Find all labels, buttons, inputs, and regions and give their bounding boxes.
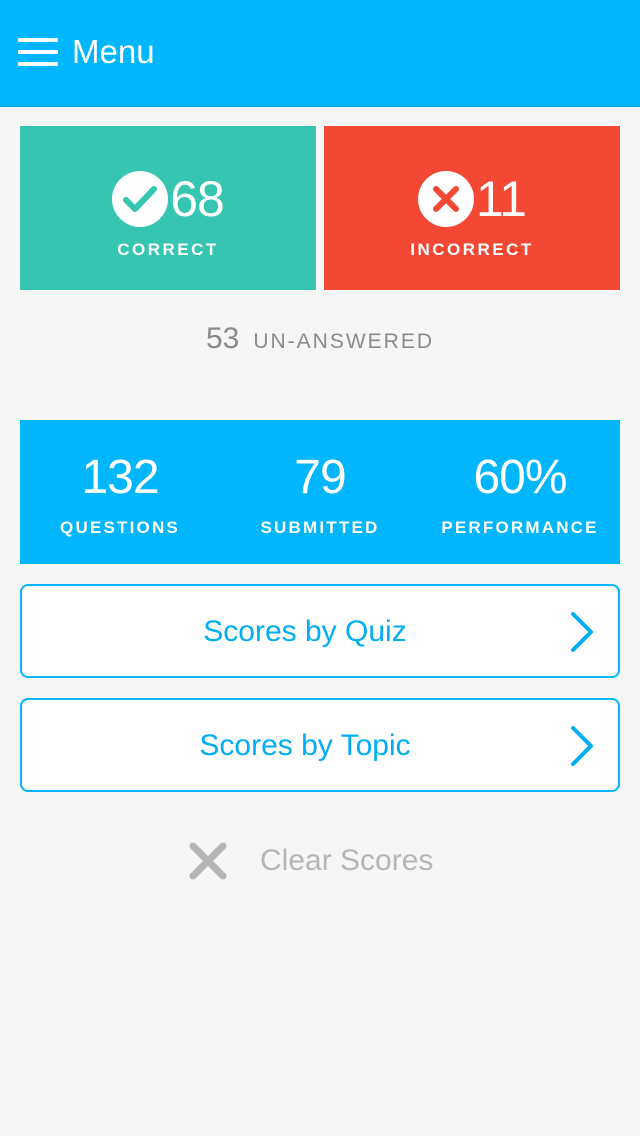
scores-by-topic-label: Scores by Topic (199, 729, 411, 762)
scores-by-quiz-label: Scores by Quiz (203, 615, 407, 648)
unanswered-label: UN-ANSWERED (253, 330, 435, 353)
hamburger-menu-icon[interactable] (18, 38, 58, 66)
x-mark-icon (418, 171, 475, 227)
incorrect-count: 11 (476, 171, 527, 227)
stat-questions: 132 QUESTIONS (20, 450, 220, 538)
close-icon (189, 842, 227, 880)
stats-panel: 132 QUESTIONS 79 SUBMITTED 60% PERFORMAN… (20, 420, 620, 564)
stat-label: QUESTIONS (60, 518, 180, 537)
incorrect-score-row: 11 (324, 170, 620, 228)
clear-scores-label: Clear Scores (260, 844, 434, 877)
correct-score-tile: 68 CORRECT (20, 126, 316, 290)
correct-label: CORRECT (117, 240, 219, 259)
stat-submitted: 79 SUBMITTED (220, 450, 420, 538)
chevron-right-icon (571, 726, 593, 766)
stat-value: 60% (473, 451, 567, 504)
unanswered-count: 53 (205, 322, 240, 355)
unanswered-summary: 53 UN-ANSWERED (0, 322, 640, 356)
incorrect-score-tile: 11 INCORRECT (324, 126, 620, 290)
checkmark-icon (112, 171, 169, 227)
clear-scores-button[interactable]: Clear Scores (186, 836, 433, 886)
scores-by-topic-button[interactable]: Scores by Topic (20, 698, 620, 792)
menu-title[interactable]: Menu (72, 32, 155, 72)
correct-score-row: 68 (20, 170, 316, 228)
stat-value: 79 (294, 451, 346, 504)
scores-by-quiz-button[interactable]: Scores by Quiz (20, 584, 620, 678)
stat-label: SUBMITTED (260, 518, 380, 537)
chevron-right-icon (571, 612, 593, 652)
stat-label: PERFORMANCE (441, 518, 599, 537)
app-header: Menu (0, 0, 640, 107)
incorrect-label: INCORRECT (410, 240, 534, 259)
hamburger-line (18, 38, 58, 42)
stat-value: 132 (81, 451, 159, 504)
hamburger-line (18, 50, 58, 54)
hamburger-line (18, 62, 58, 66)
stat-performance: 60% PERFORMANCE (420, 450, 620, 538)
correct-count: 68 (170, 171, 225, 227)
